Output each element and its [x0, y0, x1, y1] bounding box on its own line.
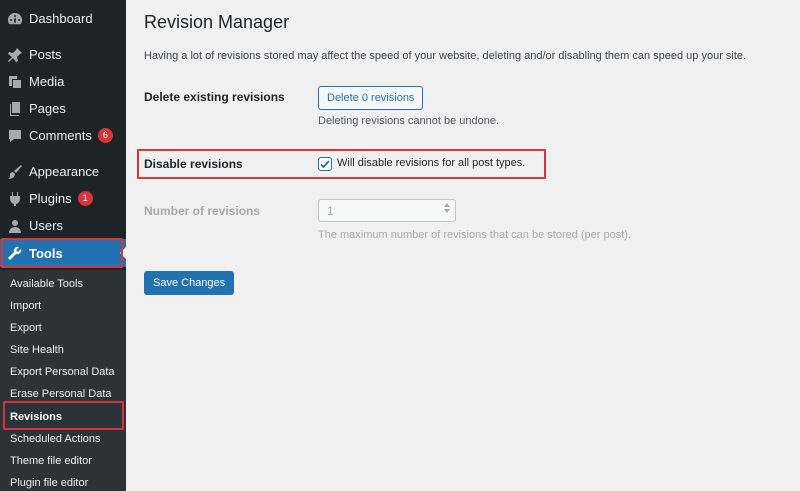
delete-revisions-label: Delete existing revisions [144, 90, 285, 104]
sidebar-item-label: Appearance [29, 164, 100, 179]
dashboard-icon [7, 11, 23, 27]
comment-icon [7, 128, 23, 144]
number-spinner[interactable] [444, 203, 450, 213]
number-of-revisions-value: 1 [327, 203, 334, 218]
number-of-revisions-label: Number of revisions [144, 204, 261, 218]
sidebar-item-label: Tools [29, 245, 63, 261]
disable-revisions-label: Disable revisions [144, 157, 243, 171]
main-content: Revision Manager Having a lot of revisio… [126, 0, 800, 491]
submenu-item-export-personal-data[interactable]: Export Personal Data [10, 363, 115, 381]
spinner-down-icon[interactable] [444, 209, 450, 213]
wrench-icon [7, 245, 23, 261]
submenu-item-scheduled-actions[interactable]: Scheduled Actions [10, 430, 101, 448]
submenu-item-export[interactable]: Export [10, 319, 42, 337]
sidebar-item-comments[interactable]: Comments 6 [0, 122, 126, 149]
user-icon [7, 218, 23, 234]
sidebar-item-label: Posts [29, 47, 62, 62]
submenu-item-available-tools[interactable]: Available Tools [10, 275, 83, 293]
checkmark-icon [320, 160, 330, 169]
pin-icon [7, 47, 23, 63]
page-description: Having a lot of revisions stored may aff… [144, 50, 747, 62]
sidebar-item-pages[interactable]: Pages [0, 95, 126, 122]
sidebar-item-posts[interactable]: Posts [0, 41, 126, 68]
comments-count-badge: 6 [97, 128, 113, 143]
sidebar-item-tools[interactable]: Tools [0, 239, 126, 267]
save-changes-button[interactable]: Save Changes [144, 271, 235, 295]
delete-revisions-button[interactable]: Delete 0 revisions [318, 86, 424, 110]
submenu-item-erase-personal-data[interactable]: Erase Personal Data [10, 385, 112, 403]
disable-revisions-checkbox-label[interactable]: Will disable revisions for all post type… [337, 157, 525, 169]
submenu-item-revisions[interactable]: Revisions [10, 408, 62, 426]
media-icon [7, 74, 23, 90]
sidebar-item-plugins[interactable]: Plugins 1 [0, 185, 126, 212]
submenu-item-site-health[interactable]: Site Health [10, 341, 64, 359]
sidebar-item-dashboard[interactable]: Dashboard [0, 5, 126, 32]
page-title: Revision Manager [144, 12, 290, 32]
sidebar-item-appearance[interactable]: Appearance [0, 158, 126, 185]
delete-revisions-help: Deleting revisions cannot be undone. [318, 115, 500, 127]
sidebar-item-label: Comments [29, 128, 92, 143]
sidebar-item-label: Dashboard [29, 11, 93, 26]
sidebar-item-label: Plugins [29, 191, 72, 206]
sidebar-item-users[interactable]: Users [0, 212, 126, 239]
pages-icon [7, 101, 23, 117]
sidebar-item-label: Users [29, 218, 63, 233]
submenu-item-import[interactable]: Import [10, 297, 41, 315]
number-of-revisions-help: The maximum number of revisions that can… [318, 229, 632, 241]
sidebar-item-label: Media [29, 74, 65, 89]
submenu-item-theme-file-editor[interactable]: Theme file editor [10, 452, 92, 470]
plugins-count-badge: 1 [77, 191, 93, 206]
submenu-item-plugin-file-editor[interactable]: Plugin file editor [10, 474, 88, 491]
disable-revisions-checkbox[interactable] [318, 157, 332, 171]
brush-icon [7, 164, 23, 180]
tools-submenu: Available Tools Import Export Site Healt… [0, 270, 126, 491]
number-of-revisions-input[interactable]: 1 [318, 199, 456, 222]
sidebar-item-media[interactable]: Media [0, 68, 126, 95]
plugin-icon [7, 191, 23, 207]
sidebar-item-label: Pages [29, 101, 66, 116]
spinner-up-icon[interactable] [444, 203, 450, 207]
admin-sidebar: Dashboard Posts Media Pages Comments 6 A… [0, 0, 126, 491]
